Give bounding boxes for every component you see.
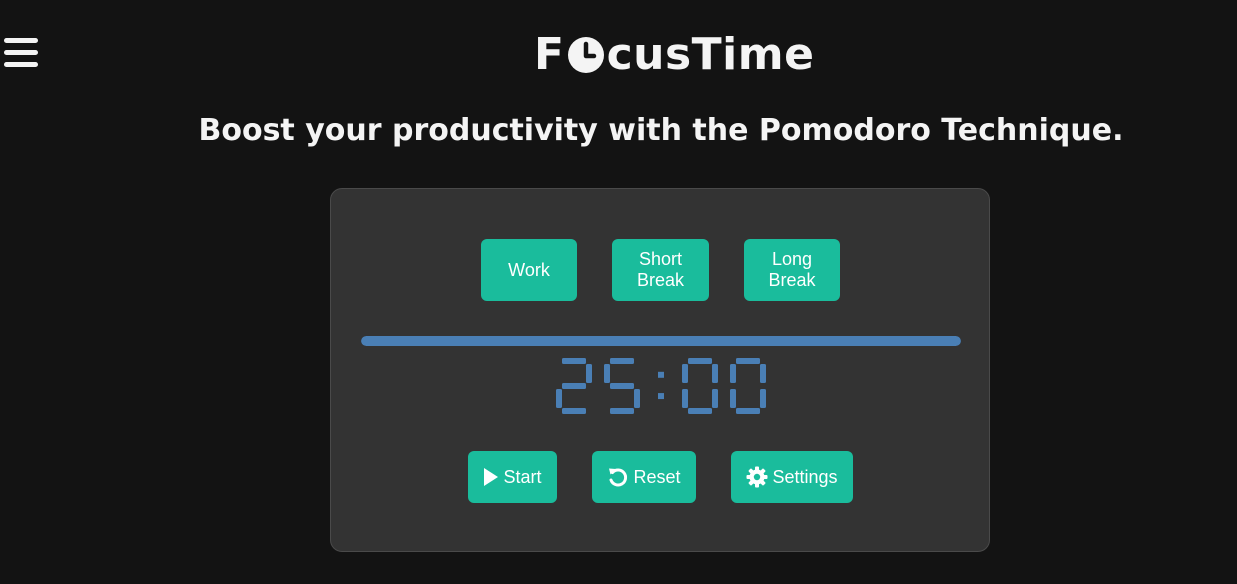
start-button[interactable]: Start (468, 451, 557, 503)
timer-panel: Work Short Break Long Break Start Reset … (330, 188, 990, 552)
mode-work-button[interactable]: Work (481, 239, 577, 301)
mode-work-label: Work (508, 259, 550, 280)
timer-digit-segment (604, 364, 610, 383)
clock-icon (567, 37, 604, 73)
timer-colon-dot (658, 371, 664, 378)
timer-digit-segment (586, 364, 592, 383)
timer-digit-segment (610, 408, 634, 414)
timer-digit-segment (610, 383, 634, 389)
timer-progress-fill (361, 336, 961, 346)
timer-digit-segment (562, 408, 586, 414)
timer-display (331, 354, 991, 418)
timer-digit-segment (760, 389, 766, 408)
timer-digit-segment (730, 389, 736, 408)
reset-icon (609, 468, 628, 487)
timer-digit-segment (688, 358, 712, 364)
start-label: Start (503, 466, 542, 487)
timer-digit-segment (562, 358, 586, 364)
timer-digit-segment (736, 358, 760, 364)
hamburger-menu-icon[interactable] (4, 36, 38, 68)
timer-digit-segment (712, 389, 718, 408)
timer-digit-segment (682, 389, 688, 408)
timer-digit-segment (634, 389, 640, 408)
logo-text-suffix: cusTime (606, 28, 815, 80)
timer-digits (556, 358, 766, 414)
play-icon (484, 468, 499, 486)
gear-icon (746, 466, 768, 488)
timer-digit-segment (610, 358, 634, 364)
timer-digit-segment (730, 364, 736, 383)
settings-button[interactable]: Settings (731, 451, 853, 503)
focustime-app: F cusTime Boost your productivity with t… (0, 0, 1237, 584)
page-tagline: Boost your productivity with the Pomodor… (198, 113, 1124, 148)
timer-digit-segment (556, 389, 562, 408)
mode-short-break-button[interactable]: Short Break (612, 239, 709, 301)
reset-button[interactable]: Reset (592, 451, 696, 503)
mode-long-break-label: Long Break (768, 249, 816, 290)
timer-progress-bar (361, 336, 961, 346)
timer-digit-segment (688, 408, 712, 414)
logo-text-prefix: F (534, 28, 565, 80)
settings-label: Settings (772, 466, 838, 487)
app-logo: F cusTime (534, 26, 814, 82)
timer-digit-segment (682, 364, 688, 383)
timer-digit-segment (712, 364, 718, 383)
timer-colon-dot (658, 393, 664, 400)
mode-long-break-button[interactable]: Long Break (744, 239, 840, 301)
timer-digit-segment (562, 383, 586, 389)
timer-digit-segment (736, 408, 760, 414)
timer-digit-segment (760, 364, 766, 383)
reset-label: Reset (633, 466, 681, 487)
mode-short-break-label: Short Break (636, 249, 685, 290)
